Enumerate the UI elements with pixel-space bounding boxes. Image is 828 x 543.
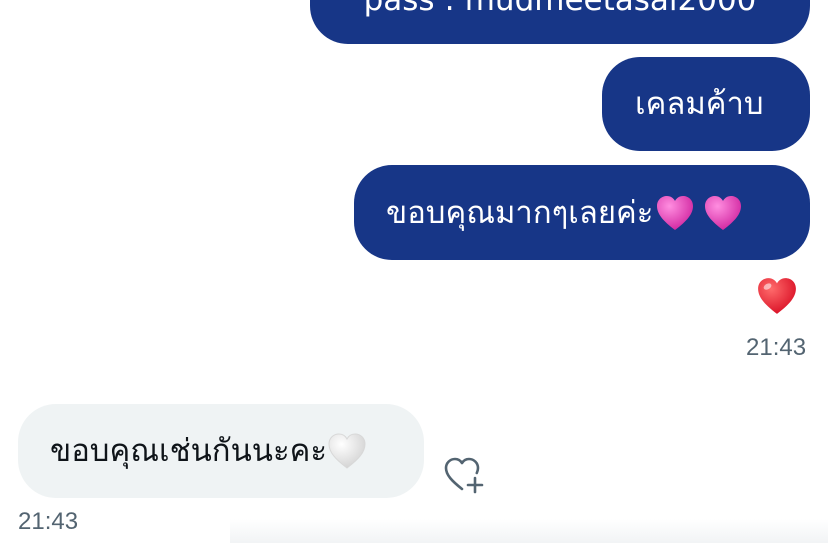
white-heart-emoji: [328, 433, 366, 469]
received-message-bubble[interactable]: ขอบคุณเช่นกันนะคะ: [18, 404, 424, 498]
pink-heart-emoji: [657, 195, 694, 230]
red-heart-reaction-icon[interactable]: [756, 276, 798, 316]
composer-shadow: [230, 519, 828, 543]
message-text: ขอบคุณเช่นกันนะคะ: [50, 433, 328, 469]
message-timestamp: 21:43: [18, 508, 79, 535]
pink-heart-emoji: [705, 195, 742, 230]
message-text: pass : mudmeetasai2000: [363, 0, 757, 18]
sent-message-bubble[interactable]: ขอบคุณมากๆเลยค่ะ: [354, 165, 810, 260]
message-text: เคลมค้าบ: [635, 86, 764, 122]
heart-plus-icon[interactable]: [442, 455, 486, 495]
message-timestamp: 21:43: [746, 334, 807, 361]
sent-message-bubble[interactable]: เคลมค้าบ: [602, 57, 810, 151]
sent-message-bubble[interactable]: pass : mudmeetasai2000: [310, 0, 810, 44]
message-text: ขอบคุณมากๆเลยค่ะ: [386, 194, 654, 231]
